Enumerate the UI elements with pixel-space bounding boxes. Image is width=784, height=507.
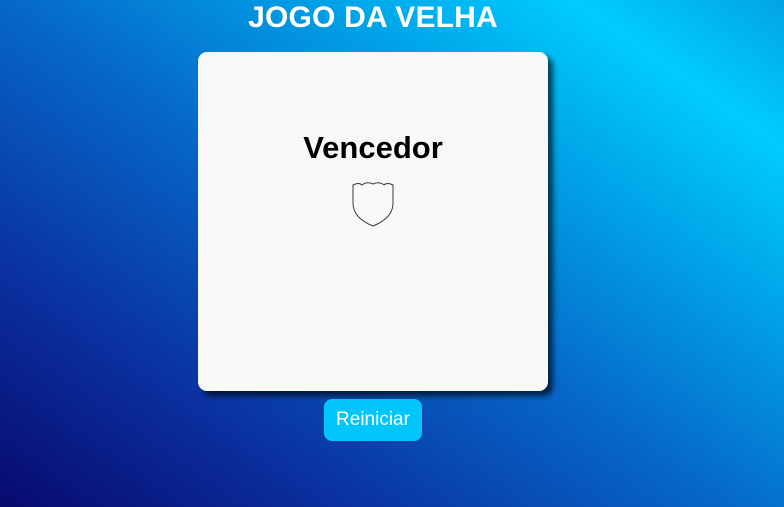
game-board: Vencedor (198, 52, 548, 391)
restart-button[interactable]: Reiniciar (324, 399, 422, 441)
winner-label: Vencedor (303, 130, 443, 165)
shield-icon (351, 181, 395, 227)
page-title: JOGO DA VELHA (248, 1, 498, 34)
